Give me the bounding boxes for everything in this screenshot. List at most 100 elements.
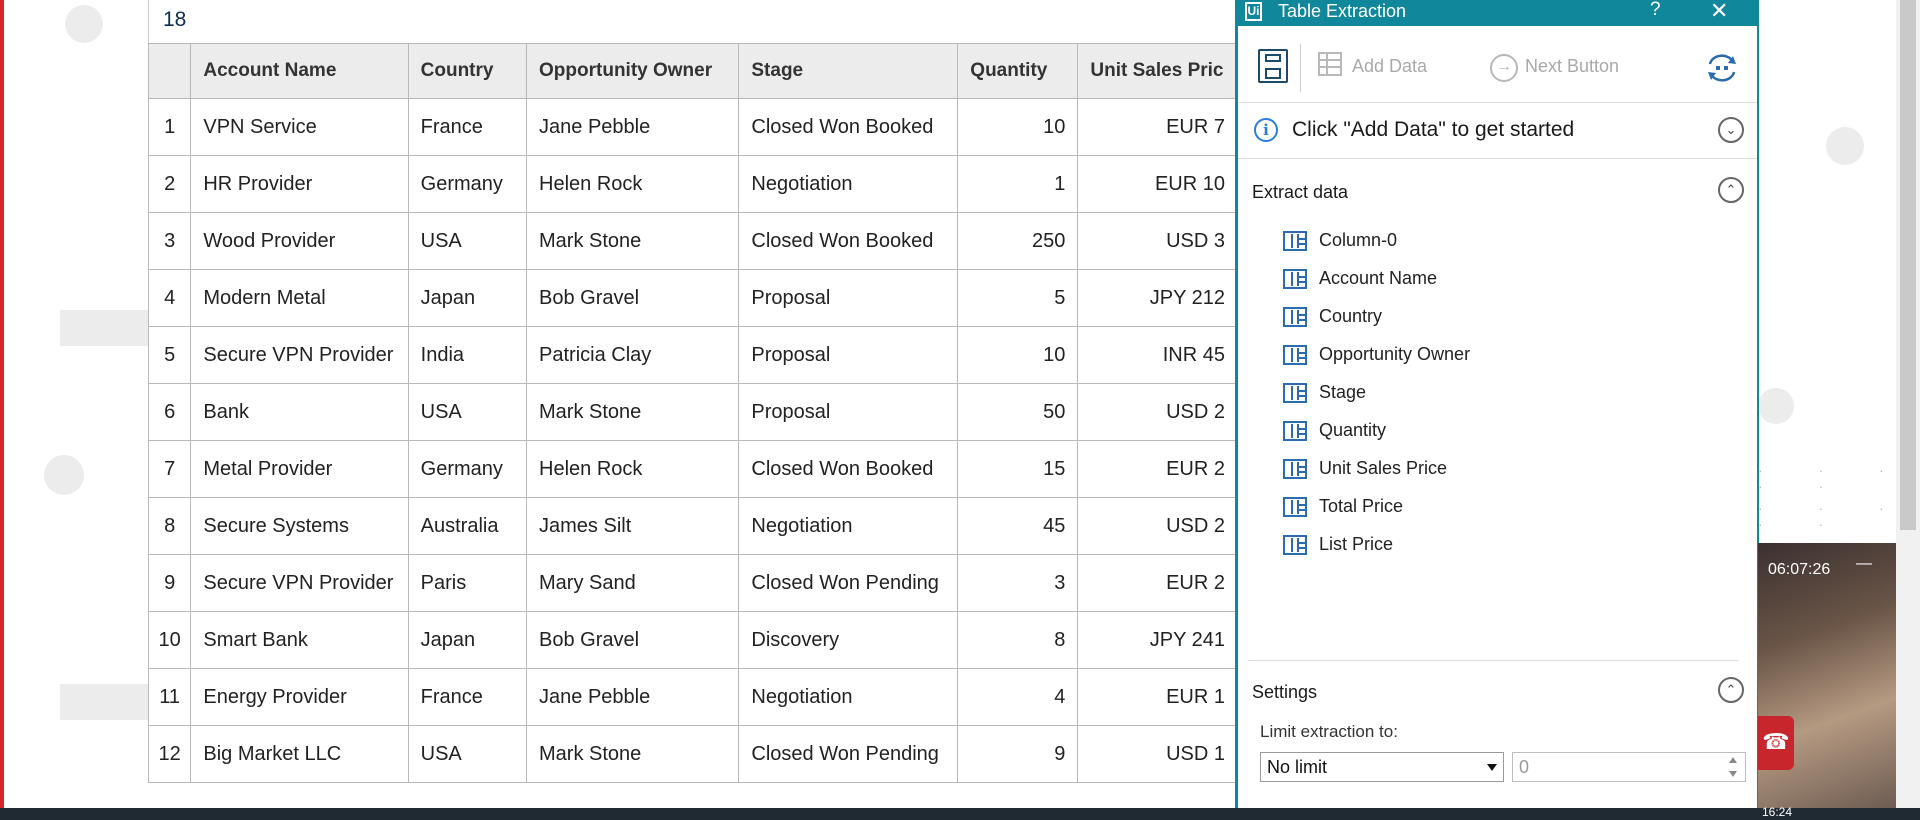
row-index[interactable]: 11 (148, 668, 192, 726)
account-name-cell[interactable]: Bank (190, 383, 409, 441)
refresh-icon[interactable] (1705, 53, 1739, 83)
limit-extraction-select[interactable]: No limit (1260, 752, 1504, 782)
country-cell[interactable]: Germany (407, 155, 528, 213)
stepper-up-icon[interactable] (1729, 757, 1737, 763)
unit-sales-price-cell[interactable]: JPY 212 (1077, 269, 1238, 327)
table-row[interactable]: 12 Big Market LLC USA Mark Stone Closed Won … (148, 725, 1238, 783)
hang-up-button[interactable]: ☎ (1758, 716, 1794, 770)
collapse-extract-button[interactable]: ⌃ (1718, 177, 1744, 203)
row-index[interactable]: 6 (148, 383, 192, 441)
country-cell[interactable]: USA (407, 212, 528, 270)
column-header-index[interactable] (148, 43, 192, 99)
stage-cell[interactable]: Negotiation (738, 155, 959, 213)
page-scrollbar[interactable] (1896, 0, 1920, 808)
save-icon[interactable] (1258, 49, 1288, 83)
table-row[interactable]: 4 Modern Metal Japan Bob Gravel Proposal 5 JPY… (148, 269, 1238, 327)
quantity-cell[interactable]: 10 (957, 326, 1079, 384)
extract-field-item[interactable]: List Price (1283, 528, 1703, 564)
row-index[interactable]: 8 (148, 497, 192, 555)
stepper-down-icon[interactable] (1729, 771, 1737, 777)
country-cell[interactable]: France (407, 668, 528, 726)
quantity-cell[interactable]: 4 (957, 668, 1079, 726)
table-row[interactable]: 3 Wood Provider USA Mark Stone Closed Won Bo… (148, 212, 1238, 270)
column-header-account-name[interactable]: Account Name (190, 43, 409, 99)
column-header-unit-sales-price[interactable]: Unit Sales Pric (1077, 43, 1238, 99)
unit-sales-price-cell[interactable]: USD 2 (1077, 497, 1238, 555)
add-data-button[interactable]: Add Data (1352, 56, 1427, 77)
account-name-cell[interactable]: Metal Provider (190, 440, 409, 498)
stage-cell[interactable]: Closed Won Booked (738, 212, 959, 270)
unit-sales-price-cell[interactable]: USD 2 (1077, 383, 1238, 441)
quantity-cell[interactable]: 10 (957, 98, 1079, 156)
quantity-cell[interactable]: 8 (957, 611, 1079, 669)
extract-field-item[interactable]: Account Name (1283, 262, 1703, 298)
opportunity-owner-cell[interactable]: Mark Stone (526, 212, 740, 270)
opportunity-owner-cell[interactable]: Mark Stone (526, 725, 740, 783)
quantity-cell[interactable]: 1 (957, 155, 1079, 213)
table-row[interactable]: 5 Secure VPN Provider India Patricia Clay Pr… (148, 326, 1238, 384)
account-name-cell[interactable]: Secure Systems (190, 497, 409, 555)
stage-cell[interactable]: Proposal (738, 383, 959, 441)
row-index[interactable]: 10 (148, 611, 192, 669)
country-cell[interactable]: Germany (407, 440, 528, 498)
country-cell[interactable]: USA (407, 725, 528, 783)
account-name-cell[interactable]: VPN Service (190, 98, 409, 156)
account-name-cell[interactable]: Modern Metal (190, 269, 409, 327)
opportunity-owner-cell[interactable]: Bob Gravel (526, 611, 740, 669)
extract-field-item[interactable]: Country (1283, 300, 1703, 336)
opportunity-owner-cell[interactable]: Jane Pebble (526, 668, 740, 726)
unit-sales-price-cell[interactable]: EUR 2 (1077, 554, 1238, 612)
account-name-cell[interactable]: Energy Provider (190, 668, 409, 726)
row-index[interactable]: 7 (148, 440, 192, 498)
opportunity-owner-cell[interactable]: Mark Stone (526, 383, 740, 441)
opportunity-owner-cell[interactable]: Helen Rock (526, 440, 740, 498)
stage-cell[interactable]: Proposal (738, 269, 959, 327)
account-name-cell[interactable]: HR Provider (190, 155, 409, 213)
stage-cell[interactable]: Closed Won Booked (738, 440, 959, 498)
extract-field-item[interactable]: Unit Sales Price (1283, 452, 1703, 488)
next-button-button[interactable]: Next Button (1525, 56, 1619, 77)
opportunity-owner-cell[interactable]: Patricia Clay (526, 326, 740, 384)
unit-sales-price-cell[interactable]: USD 1 (1077, 725, 1238, 783)
opportunity-owner-cell[interactable]: Mary Sand (526, 554, 740, 612)
extract-field-item[interactable]: Opportunity Owner (1283, 338, 1703, 374)
opportunity-owner-cell[interactable]: Helen Rock (526, 155, 740, 213)
row-index[interactable]: 2 (148, 155, 192, 213)
expand-info-button[interactable]: ⌄ (1718, 117, 1744, 143)
stage-cell[interactable]: Negotiation (738, 497, 959, 555)
column-header-opportunity-owner[interactable]: Opportunity Owner (526, 43, 740, 99)
close-button[interactable]: ✕ (1710, 0, 1728, 24)
unit-sales-price-cell[interactable]: EUR 7 (1077, 98, 1238, 156)
column-header-quantity[interactable]: Quantity (957, 43, 1079, 99)
table-row[interactable]: 8 Secure Systems Australia James Silt Negoti… (148, 497, 1238, 555)
quantity-cell[interactable]: 45 (957, 497, 1079, 555)
account-name-cell[interactable]: Secure VPN Provider (190, 326, 409, 384)
country-cell[interactable]: USA (407, 383, 528, 441)
unit-sales-price-cell[interactable]: EUR 10 (1077, 155, 1238, 213)
stage-cell[interactable]: Negotiation (738, 668, 959, 726)
account-name-cell[interactable]: Secure VPN Provider (190, 554, 409, 612)
quantity-cell[interactable]: 250 (957, 212, 1079, 270)
help-button[interactable]: ? (1650, 0, 1661, 21)
quantity-cell[interactable]: 5 (957, 269, 1079, 327)
row-index[interactable]: 12 (148, 725, 192, 783)
country-cell[interactable]: Japan (407, 269, 528, 327)
row-index[interactable]: 4 (148, 269, 192, 327)
quantity-cell[interactable]: 3 (957, 554, 1079, 612)
row-index[interactable]: 3 (148, 212, 192, 270)
unit-sales-price-cell[interactable]: JPY 241 (1077, 611, 1238, 669)
account-name-cell[interactable]: Big Market LLC (190, 725, 409, 783)
account-name-cell[interactable]: Smart Bank (190, 611, 409, 669)
table-row[interactable]: 2 HR Provider Germany Helen Rock Negotiation… (148, 155, 1238, 213)
scrollbar-thumb[interactable] (1900, 0, 1916, 530)
extract-field-item[interactable]: Stage (1283, 376, 1703, 412)
row-index[interactable]: 5 (148, 326, 192, 384)
collapse-settings-button[interactable]: ⌃ (1718, 677, 1744, 703)
column-header-stage[interactable]: Stage (738, 43, 959, 99)
account-name-cell[interactable]: Wood Provider (190, 212, 409, 270)
opportunity-owner-cell[interactable]: Jane Pebble (526, 98, 740, 156)
quantity-cell[interactable]: 15 (957, 440, 1079, 498)
stage-cell[interactable]: Closed Won Booked (738, 98, 959, 156)
unit-sales-price-cell[interactable]: USD 3 (1077, 212, 1238, 270)
extract-field-item[interactable]: Total Price (1283, 490, 1703, 526)
